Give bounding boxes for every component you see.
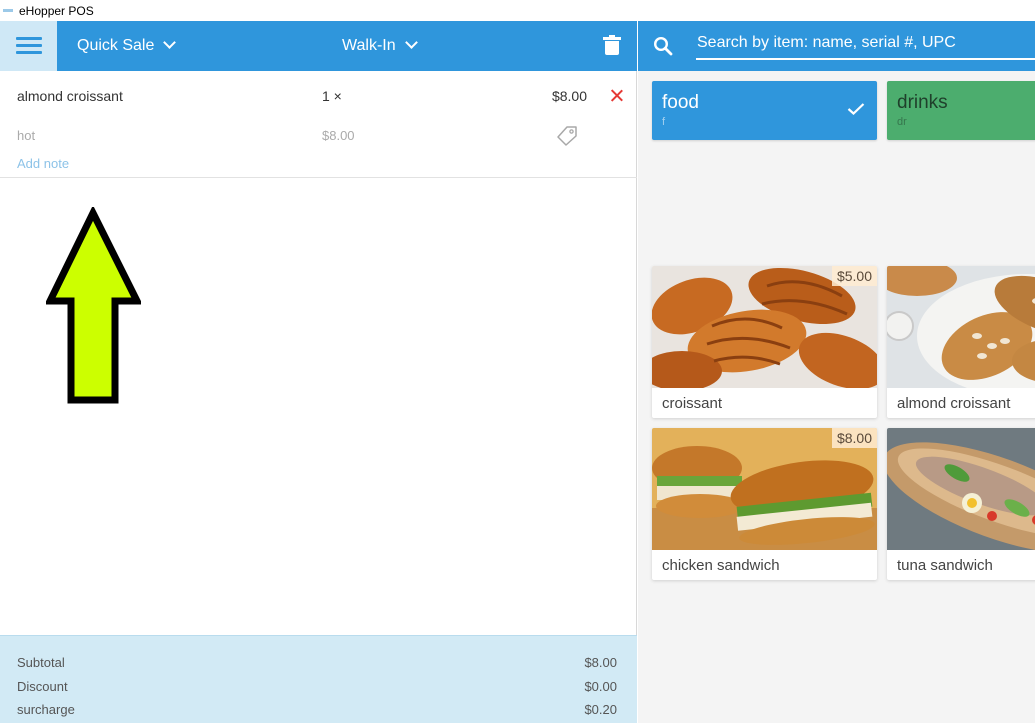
search-icon[interactable] [653, 36, 673, 56]
category-shortcut: dr [897, 116, 907, 128]
sale-type-label: Quick Sale [77, 37, 155, 54]
line-item-modifier: hot [17, 128, 36, 143]
product-price: $5.00 [831, 266, 877, 286]
line-item-price: $8.00 [551, 88, 587, 104]
search-bar [638, 21, 1035, 71]
search-input[interactable] [696, 32, 1035, 60]
category-shortcut: f [662, 116, 666, 128]
sale-type-dropdown[interactable]: Quick Sale [77, 21, 174, 71]
up-arrow-annotation [46, 207, 141, 404]
chevron-down-icon [406, 38, 416, 48]
surcharge-label: surcharge [17, 702, 75, 717]
discount-value: $0.00 [584, 679, 617, 694]
category-food[interactable]: food f [652, 81, 877, 140]
product-name: croissant [662, 395, 723, 412]
customer-label: Walk-In [342, 37, 396, 54]
catalog-panel: food f drinks dr $5.00 croissant [638, 21, 1035, 723]
category-name: food [662, 92, 699, 113]
add-note-link[interactable]: Add note [17, 156, 69, 171]
category-name: drinks [897, 92, 948, 113]
totals-panel: Subtotal $8.00 Discount $0.00 surcharge … [0, 635, 637, 723]
menu-button[interactable] [0, 21, 57, 71]
product-name: chicken sandwich [662, 557, 780, 574]
line-item-modifier-price: $8.00 [322, 128, 355, 143]
product-price: $8.00 [831, 428, 877, 448]
discount-tag-icon[interactable] [556, 125, 578, 147]
cart-line-item[interactable]: almond croissant 1 × $8.00 hot $8.00 Add… [0, 71, 637, 178]
line-item-quantity[interactable]: 1 × [322, 88, 342, 104]
surcharge-value: $0.20 [584, 702, 617, 717]
surcharge-row: surcharge $0.20 [17, 702, 617, 720]
line-item-name: almond croissant [17, 88, 123, 104]
product-tile-croissant[interactable]: $5.00 croissant [652, 266, 877, 418]
subtotal-row: Subtotal $8.00 [17, 655, 617, 673]
product-tile-tuna-sandwich[interactable]: tuna sandwich [887, 428, 1035, 580]
app-logo-icon [3, 9, 13, 12]
product-tile-chicken-sandwich[interactable]: $8.00 chicken sandwich [652, 428, 877, 580]
customer-dropdown[interactable]: Walk-In [342, 21, 416, 71]
clear-cart-button[interactable] [603, 35, 621, 56]
chevron-down-icon [164, 38, 174, 48]
almond-croissant-photo [887, 266, 1035, 388]
hamburger-icon [15, 37, 42, 55]
checkmark-icon [847, 103, 865, 115]
discount-row: Discount $0.00 [17, 679, 617, 697]
window-titlebar: eHopper POS [0, 0, 1035, 21]
product-name: almond croissant [897, 395, 1011, 412]
category-drinks[interactable]: drinks dr [887, 81, 1035, 140]
remove-item-icon[interactable] [610, 89, 624, 103]
subtotal-label: Subtotal [17, 655, 65, 670]
cart-header: Quick Sale Walk-In [0, 21, 637, 71]
cart-panel: Quick Sale Walk-In almond croissant 1 × … [0, 21, 637, 723]
product-tile-almond-croissant[interactable]: almond croissant [887, 266, 1035, 418]
discount-label: Discount [17, 679, 68, 694]
tuna-sandwich-photo [887, 428, 1035, 550]
window-title: eHopper POS [19, 3, 94, 18]
product-name: tuna sandwich [897, 557, 993, 574]
subtotal-value: $8.00 [584, 655, 617, 670]
